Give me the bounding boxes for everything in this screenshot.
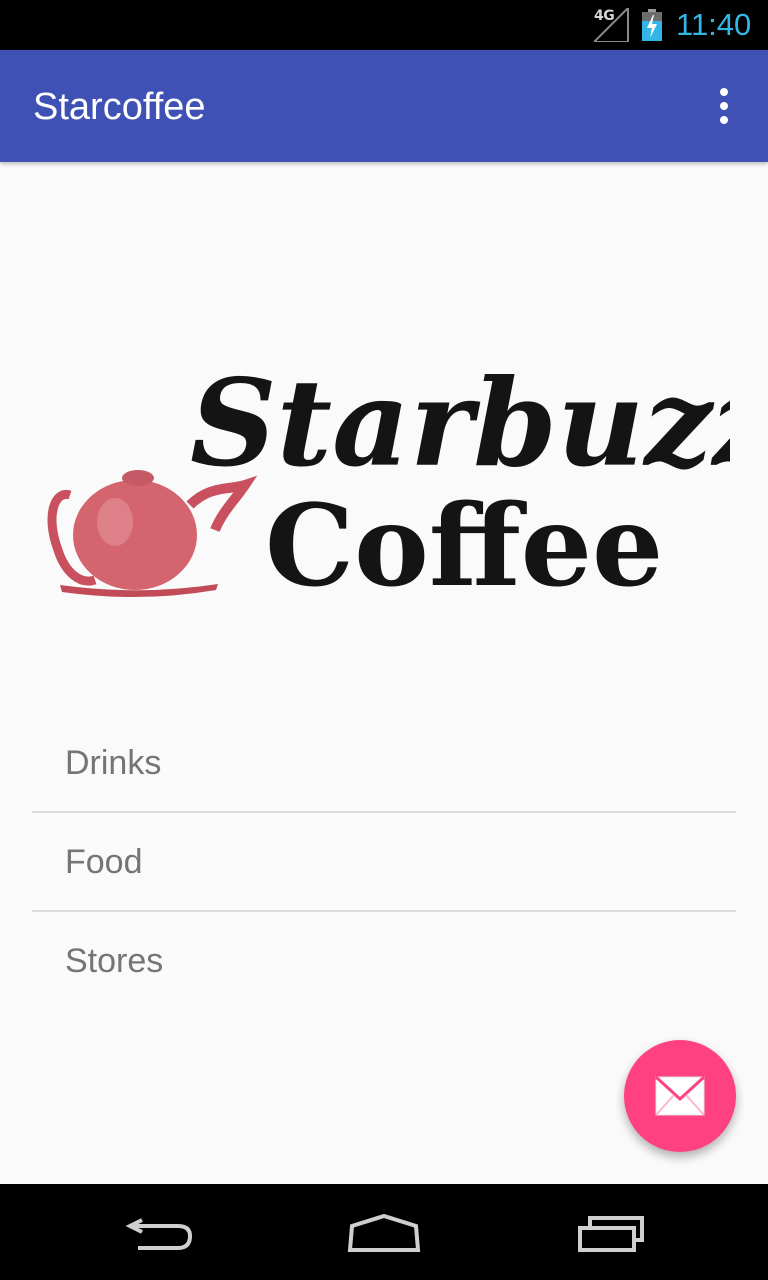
status-clock: 11:40	[676, 7, 752, 42]
logo-line-2: Coffee	[265, 481, 663, 612]
more-vert-icon[interactable]	[704, 84, 744, 128]
status-bar: 4G 11:40	[0, 0, 768, 50]
back-icon[interactable]	[120, 1204, 200, 1260]
list-item-label: Drinks	[65, 744, 162, 782]
network-type-label: 4G	[594, 8, 615, 24]
logo-line-1: Starbuzz	[190, 353, 730, 494]
home-icon[interactable]	[344, 1204, 424, 1260]
navigation-bar	[0, 1184, 768, 1280]
list-item-stores[interactable]: Stores	[32, 912, 736, 1009]
list-item-food[interactable]: Food	[32, 813, 736, 912]
battery-charging-icon	[642, 9, 662, 41]
list-item-label: Food	[65, 843, 143, 881]
app-title: Starcoffee	[33, 86, 206, 128]
mail-icon	[655, 1076, 705, 1116]
list-item-label: Stores	[65, 942, 164, 980]
app-toolbar: Starcoffee	[0, 50, 768, 162]
list-item-drinks[interactable]: Drinks	[32, 714, 736, 813]
starbuzz-coffee-logo: Starbuzz Coffee	[47, 353, 730, 612]
email-fab-button[interactable]	[624, 1040, 736, 1152]
recents-icon[interactable]	[572, 1204, 652, 1260]
menu-list: Drinks Food Stores	[32, 714, 736, 1009]
